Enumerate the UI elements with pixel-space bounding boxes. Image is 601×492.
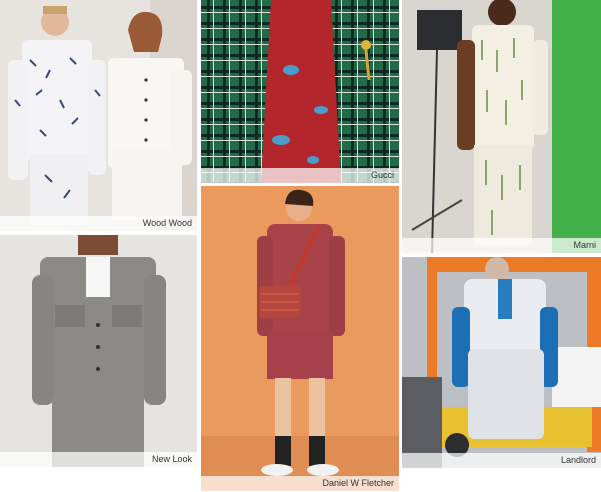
caption-daniel-w-fletcher: Daniel W Fletcher	[201, 476, 399, 491]
caption-gucci: Gucci	[201, 168, 399, 183]
gucci-photo	[201, 0, 399, 183]
caption-new-look: New Look	[0, 452, 197, 467]
landlord-photo	[402, 257, 601, 468]
photo-tile-daniel-w-fletcher: Daniel W Fletcher	[201, 186, 399, 491]
photo-tile-marni: Marni	[402, 0, 601, 253]
new-look-photo	[0, 235, 197, 467]
marni-photo	[402, 0, 601, 253]
caption-wood-wood: Wood Wood	[0, 216, 197, 231]
caption-landlord: Landlord	[402, 453, 601, 468]
wood-wood-photo	[0, 0, 197, 231]
photo-tile-new-look: New Look	[0, 235, 197, 467]
daniel-w-fletcher-photo	[201, 186, 399, 491]
photo-tile-landlord: Landlord	[402, 257, 601, 468]
photo-tile-wood-wood: Wood Wood	[0, 0, 197, 231]
caption-marni: Marni	[402, 238, 601, 253]
photo-tile-gucci: Gucci	[201, 0, 399, 183]
